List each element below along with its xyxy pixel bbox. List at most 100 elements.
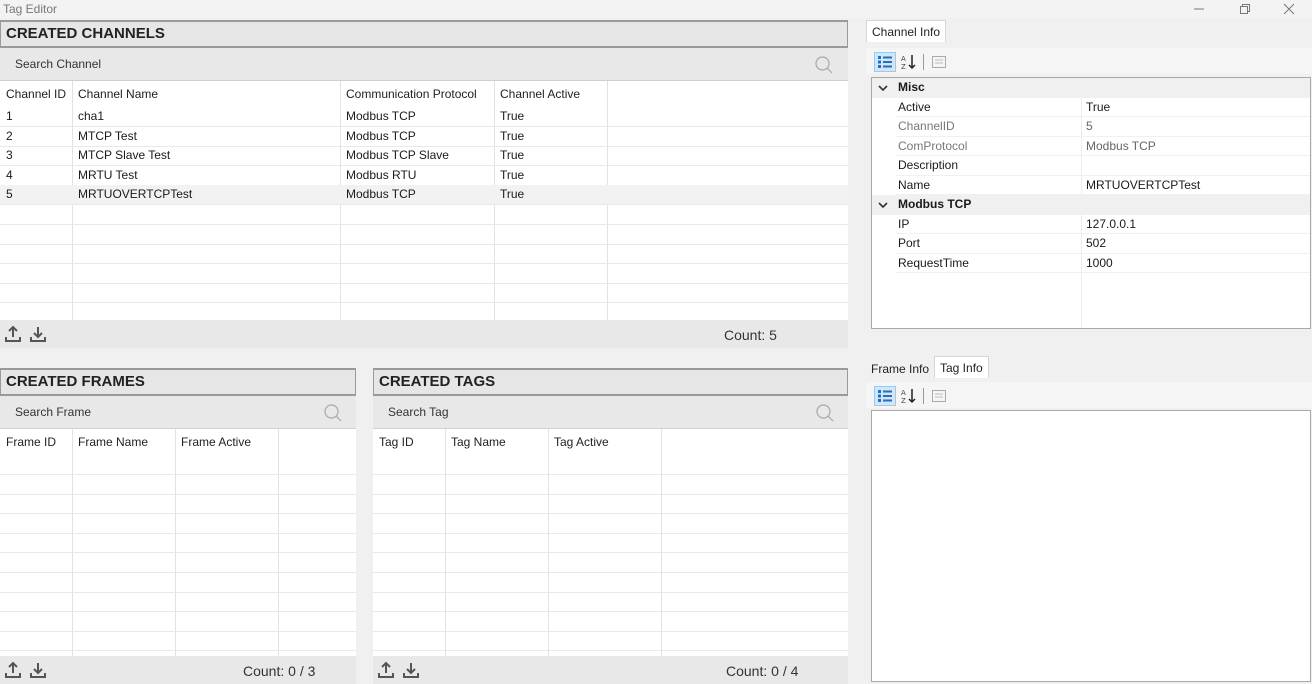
channel-info-toolbar: AZ (866, 48, 1312, 74)
table-cell: 5 (6, 187, 13, 202)
property-category[interactable]: Modbus TCP (872, 195, 1310, 215)
column-header[interactable]: Frame Name (72, 429, 148, 455)
sort-az-icon: AZ (901, 389, 916, 404)
download-icon[interactable] (29, 661, 47, 679)
tags-footer: Count: 0 / 4 (373, 656, 848, 684)
alphabetical-sort-button[interactable]: AZ (898, 52, 920, 72)
table-cell: Modbus TCP (346, 109, 416, 123)
frames-grid[interactable]: Frame ID Frame Name Frame Active (0, 429, 356, 656)
download-icon[interactable] (29, 325, 47, 343)
property-row[interactable]: Port 502 (872, 234, 1310, 254)
svg-text:Z: Z (901, 397, 906, 404)
table-row[interactable]: 5 MRTUOVERTCPTest Modbus TCP True (0, 185, 848, 206)
tab-channel-info[interactable]: Channel Info (866, 20, 947, 42)
tags-grid[interactable]: Tag ID Tag Name Tag Active (373, 429, 848, 656)
table-row[interactable]: 1 cha1 Modbus TCP True (0, 107, 848, 127)
search-icon[interactable] (323, 403, 343, 423)
property-name: Port (898, 236, 921, 250)
empty-row (373, 514, 848, 534)
table-row[interactable]: 2 MTCP Test Modbus TCP True (0, 127, 848, 147)
property-row[interactable]: RequestTime 1000 (872, 253, 1310, 273)
property-value[interactable]: 1000 (1086, 254, 1113, 273)
minimize-icon (1194, 8, 1204, 10)
property-row[interactable]: IP 127.0.0.1 (872, 214, 1310, 234)
categorized-view-icon (878, 390, 892, 402)
table-cell: Modbus TCP Slave (346, 148, 449, 163)
channel-property-grid[interactable]: Misc Active True ChannelID 5 ComProtocol Modbu… (871, 77, 1311, 329)
property-row[interactable]: Name MRTUOVERTCPTest (872, 175, 1310, 195)
property-value[interactable]: 5 (1086, 117, 1093, 136)
channel-info-tabbar: Channel Info (866, 20, 1312, 42)
table-row[interactable]: 3 MTCP Slave Test Modbus TCP Slave True (0, 146, 848, 167)
tab-tag-info[interactable]: Tag Info (934, 356, 989, 378)
close-button[interactable] (1266, 0, 1312, 18)
tags-panel: CREATED TAGS Tag ID Tag Name Tag Active … (373, 368, 848, 684)
column-header[interactable]: Communication Protocol (340, 81, 477, 107)
tags-header: CREATED TAGS (373, 368, 848, 396)
search-icon[interactable] (815, 403, 835, 423)
upload-icon[interactable] (377, 661, 395, 679)
table-cell: MRTUOVERTCPTest (78, 187, 193, 202)
minimize-button[interactable] (1176, 0, 1222, 18)
empty-row (0, 475, 356, 495)
channels-header: CREATED CHANNELS (0, 20, 848, 48)
empty-row (373, 533, 848, 554)
table-cell: True (500, 167, 525, 182)
empty-row (0, 283, 848, 304)
tag-property-grid[interactable] (871, 410, 1311, 682)
restore-button[interactable] (1222, 0, 1268, 18)
property-value[interactable]: 502 (1086, 234, 1106, 253)
property-category[interactable]: Misc (872, 78, 1310, 98)
upload-icon[interactable] (4, 325, 22, 343)
column-header[interactable]: Tag Active (548, 429, 609, 455)
chevron-down-icon[interactable] (878, 200, 888, 210)
empty-row (373, 553, 848, 573)
table-cell: MTCP Test (78, 128, 137, 143)
tag-search-bar (373, 396, 848, 429)
empty-row (0, 631, 356, 652)
column-header[interactable]: Tag ID (373, 429, 414, 455)
property-row[interactable]: Active True (872, 97, 1310, 117)
alphabetical-sort-button[interactable]: AZ (898, 386, 920, 406)
table-cell: Modbus TCP (346, 128, 416, 143)
column-header[interactable]: Tag Name (445, 429, 506, 455)
property-row[interactable]: Description (872, 156, 1310, 176)
frame-search-input[interactable] (0, 396, 356, 428)
table-cell: Modbus TCP (346, 187, 416, 202)
property-row[interactable]: ComProtocol Modbus TCP (872, 136, 1310, 156)
column-header[interactable]: Channel Active (494, 81, 580, 107)
categorized-view-button[interactable] (874, 52, 896, 72)
property-name: ComProtocol (898, 138, 968, 153)
property-pages-button[interactable] (928, 52, 950, 72)
channels-count: Count: 5 (724, 327, 777, 343)
property-pages-button[interactable] (928, 386, 950, 406)
download-icon[interactable] (402, 661, 420, 679)
property-pages-icon (932, 390, 946, 402)
channel-search-bar (0, 48, 848, 81)
property-value[interactable]: Modbus TCP (1086, 137, 1156, 156)
column-header[interactable]: Channel Name (72, 81, 158, 107)
empty-row (0, 573, 356, 593)
column-header[interactable]: Frame Active (175, 429, 251, 455)
channels-grid[interactable]: Channel ID Channel Name Communication Pr… (0, 81, 848, 320)
empty-row (0, 514, 356, 534)
table-cell: Modbus RTU (346, 167, 417, 182)
empty-row (0, 553, 356, 573)
property-value[interactable]: MRTUOVERTCPTest (1086, 176, 1200, 195)
column-header[interactable]: Channel ID (0, 81, 66, 107)
tag-search-input[interactable] (373, 396, 848, 428)
property-value[interactable]: True (1086, 98, 1110, 117)
upload-icon[interactable] (4, 661, 22, 679)
table-cell: 4 (6, 167, 13, 182)
categorized-view-button[interactable] (874, 386, 896, 406)
search-icon[interactable] (814, 55, 834, 75)
property-row[interactable]: ChannelID 5 (872, 117, 1310, 137)
tab-frame-info[interactable]: Frame Info (866, 358, 934, 380)
channel-search-input[interactable] (0, 48, 848, 80)
table-row[interactable]: 4 MRTU Test Modbus RTU True (0, 166, 848, 186)
property-name: ChannelID (898, 119, 955, 133)
chevron-down-icon[interactable] (878, 83, 888, 93)
property-value[interactable]: 127.0.0.1 (1086, 215, 1136, 234)
column-header[interactable]: Frame ID (0, 429, 56, 455)
sort-az-icon: AZ (901, 55, 916, 70)
